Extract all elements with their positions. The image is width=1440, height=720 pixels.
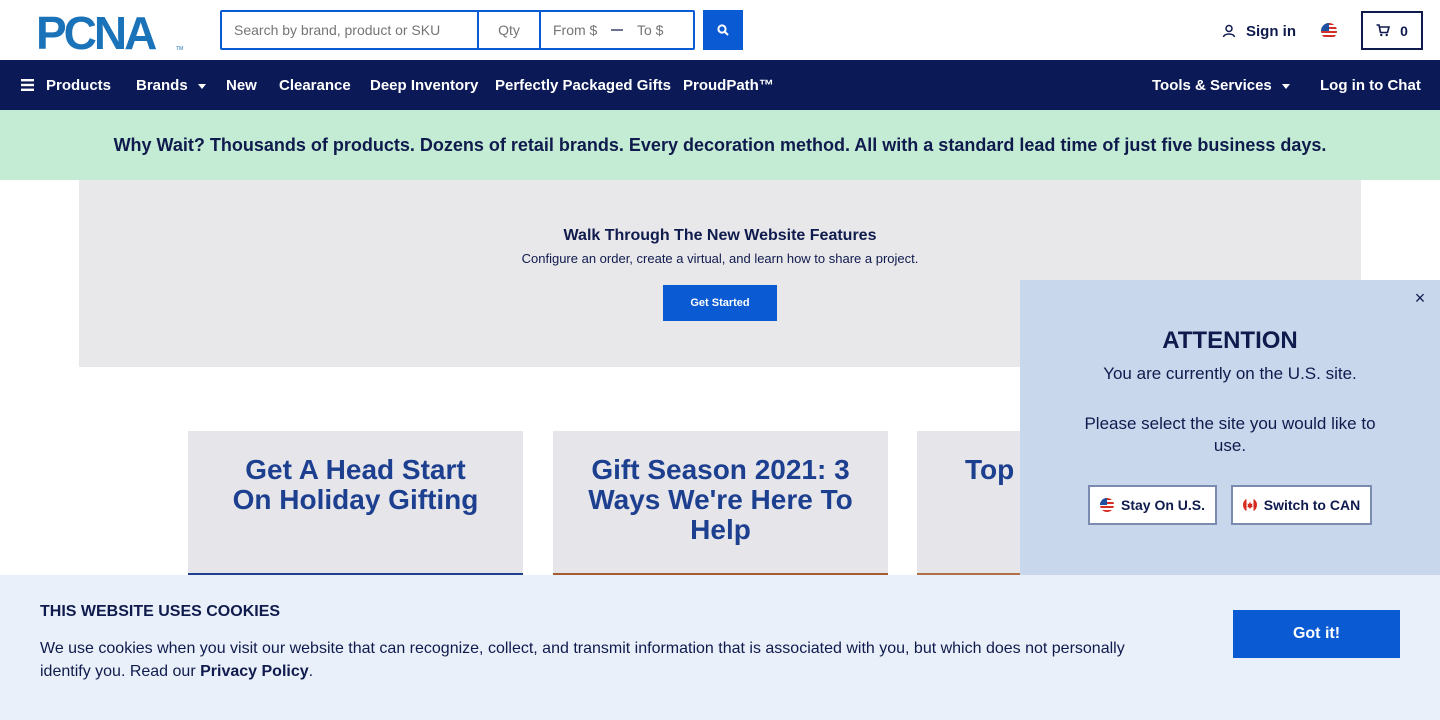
card-gift-season[interactable]: Gift Season 2021: 3 Ways We're Here To H… xyxy=(553,431,888,581)
nav-brands[interactable]: Brands xyxy=(136,60,206,110)
cart-count: 0 xyxy=(1400,22,1408,39)
stay-us-button[interactable]: Stay On U.S. xyxy=(1088,485,1217,525)
nav-clearance-label: Clearance xyxy=(279,76,351,94)
stay-us-label: Stay On U.S. xyxy=(1120,497,1206,513)
nav-tools-services[interactable]: Tools & Services xyxy=(1152,60,1290,110)
get-started-button[interactable]: Get Started xyxy=(663,285,777,321)
card-holiday-gifting[interactable]: Get A Head Start On Holiday Gifting xyxy=(188,431,523,581)
user-icon xyxy=(1222,24,1236,38)
pcna-logo[interactable]: PCNA TM xyxy=(36,12,186,52)
cookie-title: THIS WEBSITE USES COOKIES xyxy=(40,603,281,620)
cookie-banner: THIS WEBSITE USES COOKIES We use cookies… xyxy=(0,575,1440,720)
switch-can-button[interactable]: Switch to CAN xyxy=(1231,485,1372,525)
chevron-down-icon xyxy=(1281,83,1290,89)
us-flag-icon xyxy=(1099,498,1114,512)
cart-icon xyxy=(1376,24,1391,37)
cart-button[interactable]: 0 xyxy=(1361,11,1423,50)
search-bar xyxy=(220,10,695,50)
nav-packaged-gifts-label: Perfectly Packaged Gifts xyxy=(495,76,671,94)
nav-packaged-gifts[interactable]: Perfectly Packaged Gifts xyxy=(495,60,671,110)
nav-proudpath[interactable]: ProudPath™ xyxy=(683,60,774,110)
nav-new-label: New xyxy=(226,76,257,94)
chevron-down-icon xyxy=(197,83,206,89)
nav-deep-inventory-label: Deep Inventory xyxy=(370,76,479,94)
price-from-input[interactable] xyxy=(541,12,607,48)
range-dash xyxy=(611,29,623,31)
price-range xyxy=(541,12,693,48)
search-icon xyxy=(717,24,729,36)
hero-title: Walk Through The New Website Features xyxy=(563,227,877,244)
search-input[interactable] xyxy=(222,12,479,48)
cookie-accept-button[interactable]: Got it! xyxy=(1233,610,1400,658)
svg-text:TM: TM xyxy=(176,46,183,52)
promo-banner: Why Wait? Thousands of products. Dozens … xyxy=(0,110,1440,180)
site-header: PCNA TM Sign in xyxy=(0,0,1440,60)
nav-brands-label: Brands xyxy=(136,76,188,94)
close-icon[interactable]: × xyxy=(1410,288,1430,308)
canada-flag-icon xyxy=(1242,498,1257,512)
price-to-input[interactable] xyxy=(629,12,689,48)
nav-proudpath-label: ProudPath™ xyxy=(683,76,774,94)
nav-chat-label: Log in to Chat xyxy=(1320,76,1421,94)
logo-text: PCNA xyxy=(36,12,156,52)
nav-tools-label: Tools & Services xyxy=(1152,76,1272,94)
nav-deep-inventory[interactable]: Deep Inventory xyxy=(370,60,478,110)
modal-current-site: You are currently on the U.S. site. xyxy=(1103,364,1357,383)
cookie-suffix: . xyxy=(308,663,314,680)
site-select-modal: × ATTENTION You are currently on the U.S… xyxy=(1020,280,1440,580)
qty-input[interactable] xyxy=(479,12,541,48)
card-title: Gift Season 2021: 3 Ways We're Here To H… xyxy=(588,454,853,545)
sign-in-label: Sign in xyxy=(1246,22,1296,40)
search-button[interactable] xyxy=(703,10,743,50)
modal-title: ATTENTION xyxy=(1162,327,1298,354)
sign-in-link[interactable]: Sign in xyxy=(1222,20,1296,42)
us-flag-icon[interactable] xyxy=(1321,23,1337,39)
main-nav: Products Brands New Clearance Deep Inven… xyxy=(0,60,1440,110)
privacy-policy-link[interactable]: Privacy Policy xyxy=(200,663,309,680)
switch-can-label: Switch to CAN xyxy=(1263,497,1361,513)
cookie-text: We use cookies when you visit our websit… xyxy=(40,637,1150,683)
nav-products-label: Products xyxy=(46,76,112,94)
card-title: Get A Head Start On Holiday Gifting xyxy=(232,454,479,515)
nav-chat-login[interactable]: Log in to Chat xyxy=(1320,60,1421,110)
hero-subtitle: Configure an order, create a virtual, an… xyxy=(521,251,919,266)
promo-text: Why Wait? Thousands of products. Dozens … xyxy=(113,134,1327,155)
nav-products[interactable]: Products xyxy=(21,60,111,110)
modal-instruction: Please select the site you would like to… xyxy=(1084,414,1376,455)
nav-clearance[interactable]: Clearance xyxy=(279,60,351,110)
nav-new[interactable]: New xyxy=(226,60,257,110)
menu-icon xyxy=(21,79,34,91)
